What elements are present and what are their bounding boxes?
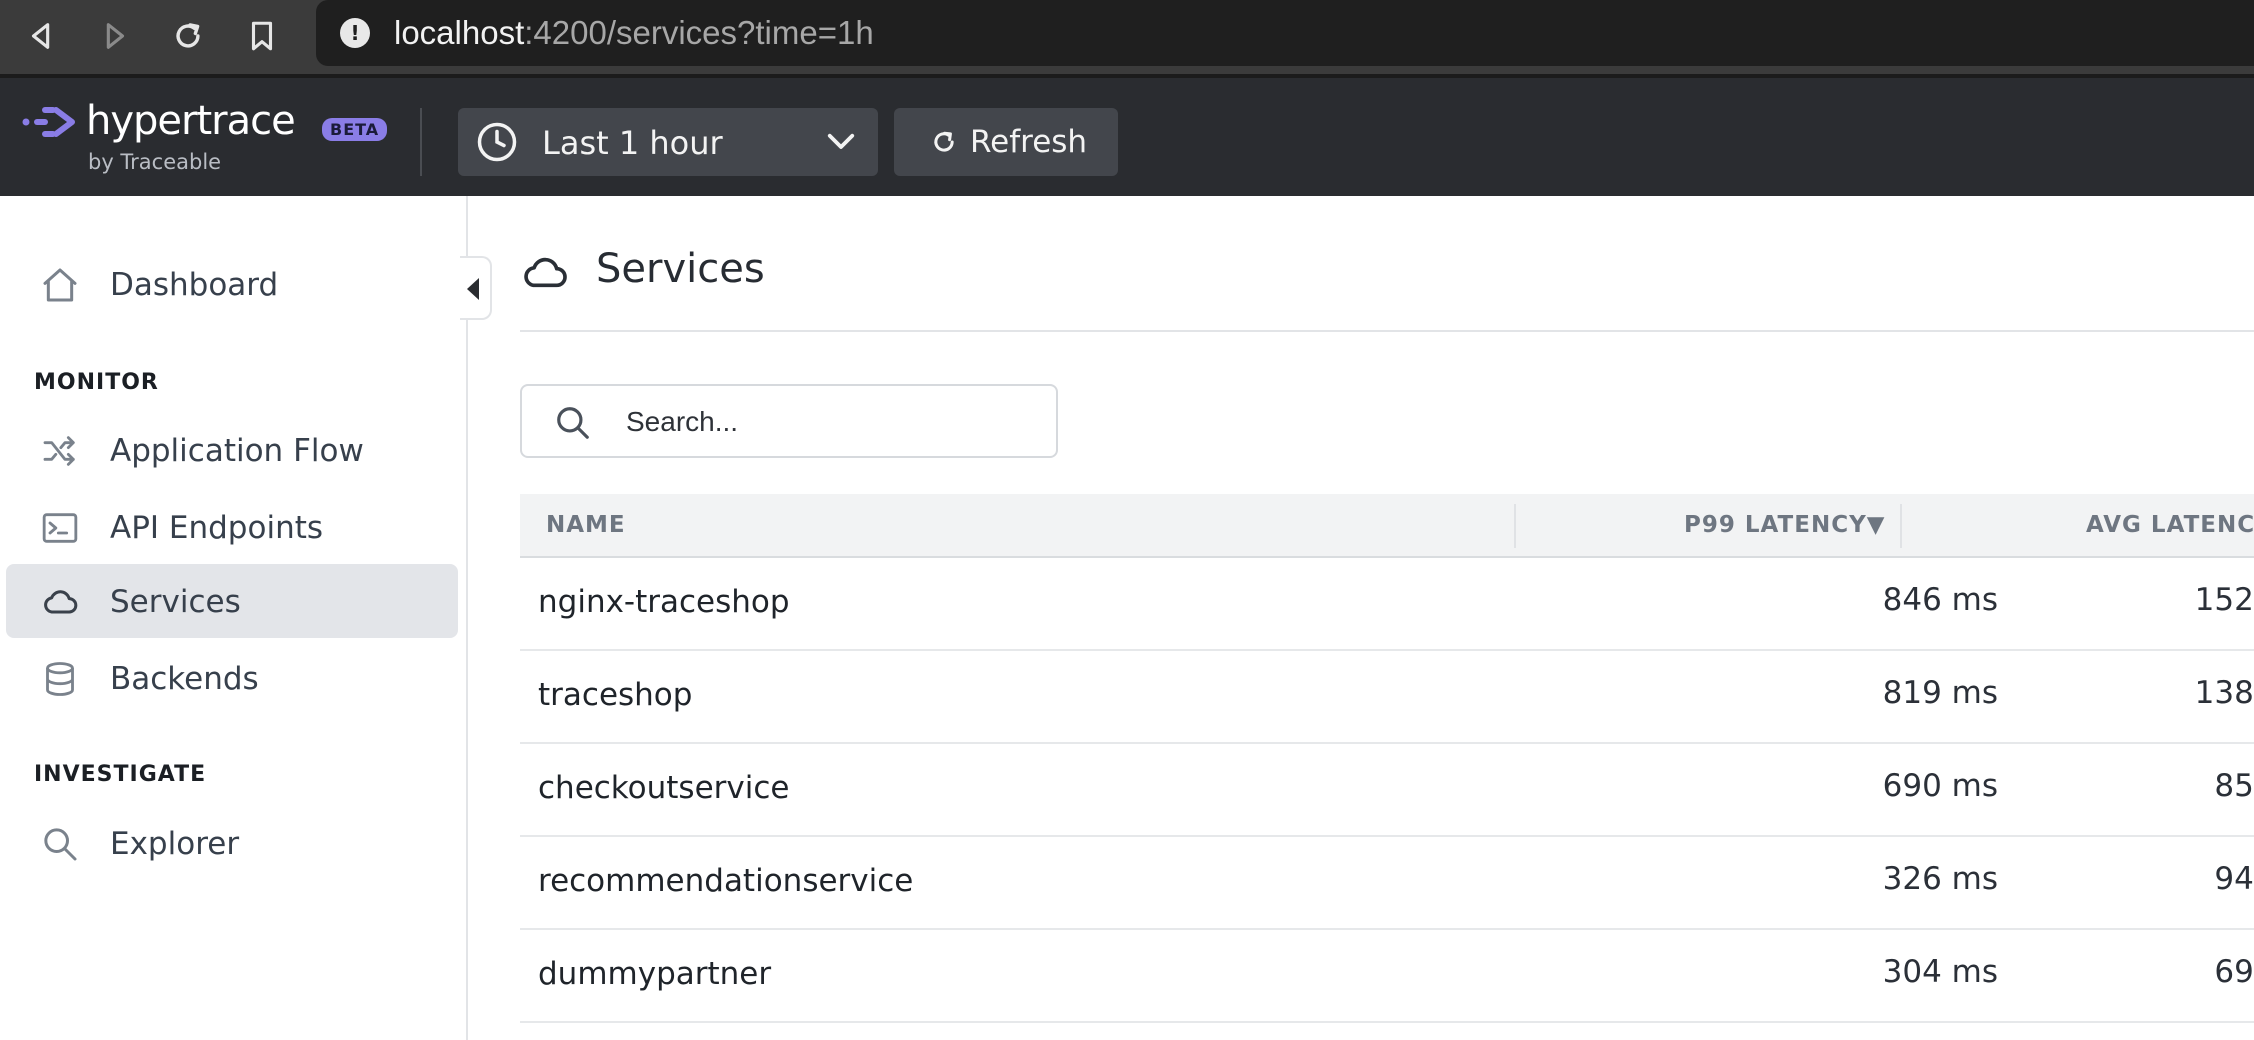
bookmark-button[interactable] xyxy=(238,12,286,60)
sidebar-item-label: Application Flow xyxy=(110,433,364,469)
sidebar-item-dashboard[interactable]: Dashboard xyxy=(6,247,458,321)
column-header-p99-latency[interactable]: P99 LATENCY▼ xyxy=(1684,512,1885,538)
avg-latency-cell: 94 ms xyxy=(2214,861,2254,897)
sidebar-item-label: API Endpoints xyxy=(110,510,324,546)
sidebar-item-services[interactable]: Services xyxy=(6,564,458,638)
page-title: Services xyxy=(596,246,765,292)
browser-toolbar: ! localhost:4200/services?time=1h xyxy=(0,0,2254,74)
sidebar: Dashboard MONITOR Application Flow API E… xyxy=(0,196,468,1040)
table-row[interactable]: recommendationservice 326 ms 94 ms xyxy=(520,837,2254,930)
service-name-cell[interactable]: nginx-traceshop xyxy=(538,584,790,620)
reload-icon xyxy=(176,23,200,48)
sidebar-item-explorer[interactable]: Explorer xyxy=(6,806,458,880)
cloud-icon xyxy=(44,590,78,614)
forward-arrow-icon xyxy=(106,23,125,49)
avg-latency-cell: 138 ms xyxy=(2194,675,2254,711)
p99-latency-cell: 304 ms xyxy=(1882,954,1998,990)
table-row[interactable]: traceshop 819 ms 138 ms xyxy=(520,651,2254,744)
bookmark-icon xyxy=(251,21,273,51)
forward-button[interactable] xyxy=(90,12,138,60)
url-host: localhost xyxy=(394,14,525,51)
address-bar[interactable]: ! localhost:4200/services?time=1h xyxy=(316,0,2254,66)
p99-latency-cell: 819 ms xyxy=(1882,675,1998,711)
search-icon xyxy=(557,407,589,439)
beta-badge: BETA xyxy=(322,118,388,141)
sidebar-item-label: Backends xyxy=(110,661,259,697)
investigate-section-heading: INVESTIGATE xyxy=(34,762,207,787)
logo-subtitle: by Traceable xyxy=(88,150,222,174)
service-name-cell[interactable]: dummypartner xyxy=(538,956,771,992)
url-text: localhost:4200/services?time=1h xyxy=(394,14,874,52)
database-icon xyxy=(46,662,74,696)
avg-latency-cell: 69 ms xyxy=(2214,954,2254,990)
p99-latency-cell: 846 ms xyxy=(1882,582,1998,618)
service-name-cell[interactable]: checkoutservice xyxy=(538,770,789,806)
title-divider xyxy=(520,330,2254,332)
refresh-icon xyxy=(934,131,954,152)
service-name-cell[interactable]: traceshop xyxy=(538,677,692,713)
refresh-button[interactable]: Refresh xyxy=(894,108,1118,176)
terminal-icon xyxy=(42,513,78,543)
search-icon xyxy=(44,828,77,861)
monitor-section-heading: MONITOR xyxy=(34,370,159,395)
shuffle-icon xyxy=(43,436,75,466)
search-box[interactable] xyxy=(520,384,1058,458)
hypertrace-logo-icon xyxy=(22,107,75,137)
collapse-arrow-icon xyxy=(467,278,479,300)
sidebar-item-label: Dashboard xyxy=(110,267,279,303)
sidebar-item-api-endpoints[interactable]: API Endpoints xyxy=(6,490,458,564)
sidebar-item-label: Explorer xyxy=(110,826,240,862)
column-header-avg-latency[interactable]: AVG LATENCY xyxy=(2086,512,2254,538)
column-header-name[interactable]: NAME xyxy=(546,512,626,538)
sidebar-collapse-toggle[interactable] xyxy=(460,256,492,320)
time-range-label: Last 1 hour xyxy=(542,124,723,162)
table-row[interactable]: dummypartner 304 ms 69 ms xyxy=(520,930,2254,1023)
cloud-icon xyxy=(524,257,567,288)
time-range-select[interactable]: Last 1 hour xyxy=(458,108,878,176)
url-path: :4200/services?time=1h xyxy=(524,14,874,51)
sidebar-item-application-flow[interactable]: Application Flow xyxy=(6,413,458,487)
reload-button[interactable] xyxy=(164,12,212,60)
p99-latency-cell: 326 ms xyxy=(1882,861,1998,897)
sidebar-item-backends[interactable]: Backends xyxy=(6,641,458,715)
clock-icon xyxy=(477,122,517,162)
column-resize-handle[interactable] xyxy=(1514,504,1516,548)
app-header: hypertrace BETA by Traceable Last 1 hour… xyxy=(0,74,2254,196)
refresh-label: Refresh xyxy=(970,124,1088,160)
column-resize-handle[interactable] xyxy=(1900,504,1902,548)
logo-text: hypertrace xyxy=(86,98,296,144)
site-info-icon[interactable]: ! xyxy=(340,18,370,48)
table-row[interactable]: checkoutservice 690 ms 85 ms xyxy=(520,744,2254,837)
back-arrow-icon xyxy=(31,23,50,49)
avg-latency-cell: 152 ms xyxy=(2194,582,2254,618)
p99-latency-cell: 690 ms xyxy=(1882,768,1998,804)
service-name-cell[interactable]: recommendationservice xyxy=(538,863,913,899)
home-icon xyxy=(43,268,77,302)
sidebar-item-label: Services xyxy=(110,584,241,620)
search-input[interactable] xyxy=(626,402,1026,442)
table-row[interactable]: nginx-traceshop 846 ms 152 ms xyxy=(520,558,2254,651)
header-divider xyxy=(420,108,422,176)
avg-latency-cell: 85 ms xyxy=(2214,768,2254,804)
chevron-down-icon xyxy=(827,133,855,149)
back-button[interactable] xyxy=(18,12,66,60)
table-header: NAME P99 LATENCY▼ AVG LATENCY xyxy=(520,494,2254,558)
